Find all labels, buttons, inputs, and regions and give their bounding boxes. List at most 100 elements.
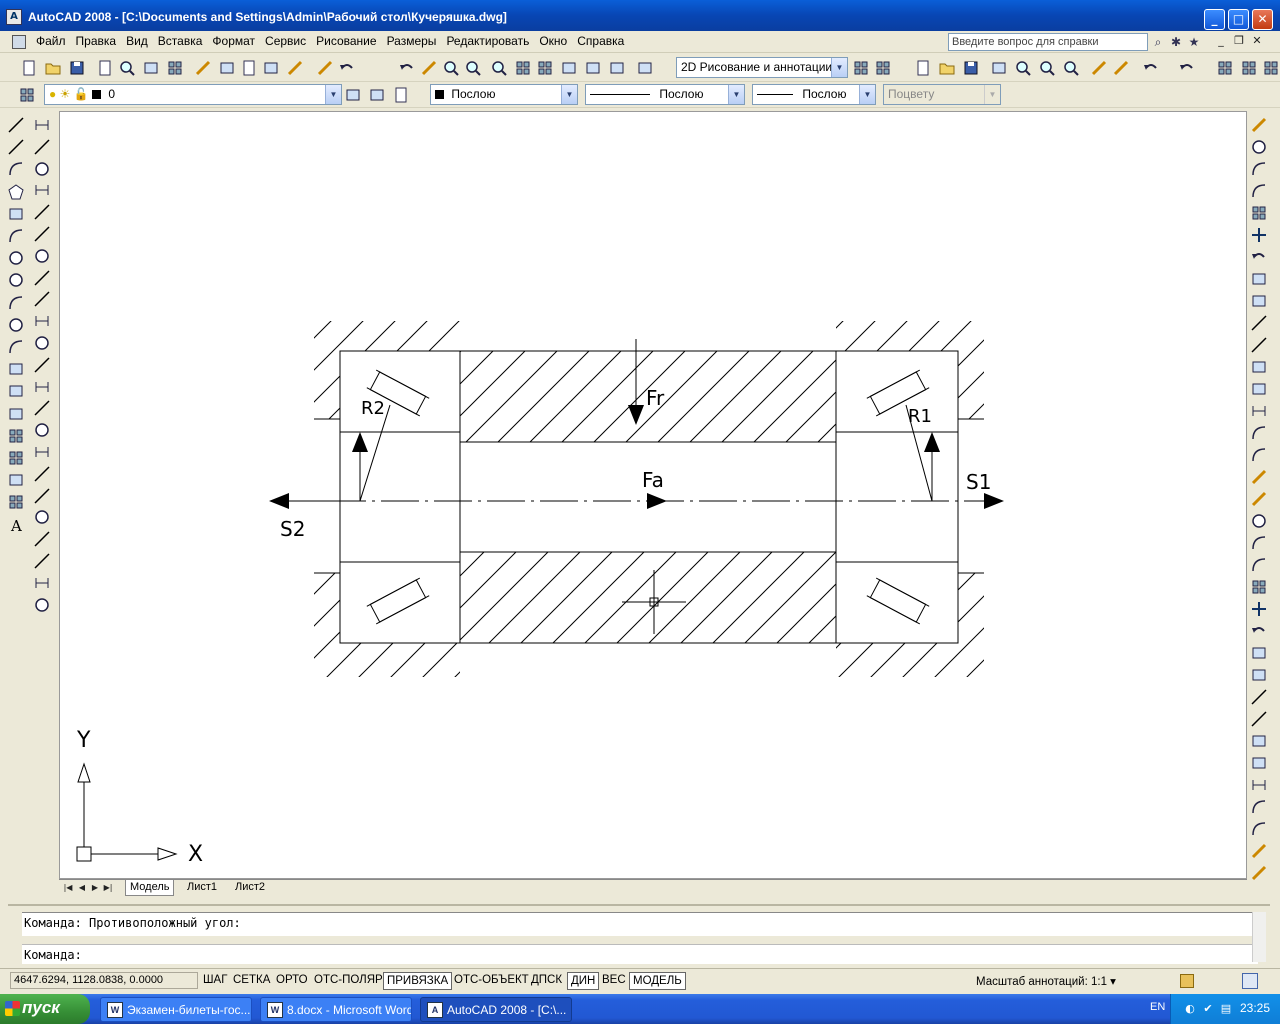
toolbar-secondary-6-icon[interactable]	[1062, 59, 1080, 77]
linetype-select[interactable]: Послою ▼	[585, 84, 745, 105]
dimension-tool-22-icon[interactable]	[33, 596, 53, 616]
toolbar-secondary-10-icon[interactable]	[1178, 59, 1196, 77]
draw-tool-7-icon[interactable]	[7, 271, 27, 291]
search-icon[interactable]: ⌕	[1150, 34, 1166, 50]
last-tab-icon[interactable]: ▶|	[103, 881, 113, 894]
modify-tool-7-icon[interactable]	[1250, 270, 1270, 290]
color-select[interactable]: Послою ▼	[430, 84, 578, 105]
toolbar-tool-19-icon[interactable]	[514, 59, 532, 77]
modify-tool-5-icon[interactable]	[1250, 226, 1270, 246]
modify-tool-1-icon[interactable]	[1250, 138, 1270, 158]
draw-tool-4-icon[interactable]	[7, 205, 27, 225]
modify-tool-2-icon[interactable]	[1250, 160, 1270, 180]
dimension-tool-15-icon[interactable]	[33, 443, 53, 463]
toolbar-tool-3-icon[interactable]	[96, 59, 114, 77]
modify-tool-31-icon[interactable]	[1250, 798, 1270, 818]
modify-tool-29-icon[interactable]	[1250, 754, 1270, 774]
start-button[interactable]: пуск	[0, 994, 90, 1024]
dimension-tool-20-icon[interactable]	[33, 552, 53, 572]
toolbar-tool-6-icon[interactable]	[166, 59, 184, 77]
dimension-tool-1-icon[interactable]	[33, 138, 53, 158]
toolbar-secondary-0-icon[interactable]	[914, 59, 932, 77]
doc-close-button[interactable]: ✕	[1250, 35, 1264, 48]
chevron-down-icon[interactable]: ▼	[325, 85, 341, 104]
modify-tool-25-icon[interactable]	[1250, 666, 1270, 686]
dimension-tool-3-icon[interactable]	[33, 181, 53, 201]
modify-tool-19-icon[interactable]	[1250, 534, 1270, 554]
menu-item-3[interactable]: Вставка	[153, 34, 208, 48]
annotation-scale[interactable]: Масштаб аннотаций: 1:1 ▾	[976, 974, 1116, 988]
draw-tool-9-icon[interactable]	[7, 316, 27, 336]
dimension-tool-21-icon[interactable]	[33, 574, 53, 594]
modify-tool-32-icon[interactable]	[1250, 820, 1270, 840]
toolbar-secondary-2-icon[interactable]	[962, 59, 980, 77]
toolbar-secondary-13-icon[interactable]	[1262, 59, 1280, 77]
layer-tool-3-icon[interactable]	[392, 86, 410, 104]
toolbar-tool-16-icon[interactable]	[442, 59, 460, 77]
menu-item-1[interactable]: Правка	[71, 34, 122, 48]
modify-tool-6-icon[interactable]	[1250, 248, 1270, 268]
communication-center-icon[interactable]: ✱	[1168, 34, 1184, 50]
layer-tool-2-icon[interactable]	[368, 86, 386, 104]
status-toggle-3[interactable]: ОТС-ПОЛЯР	[311, 972, 386, 990]
drawing-canvas[interactable]: Fr Fa R2 R1 S1 S2 X Y	[59, 111, 1247, 879]
menu-item-0[interactable]: Файл	[31, 34, 71, 48]
modify-tool-30-icon[interactable]	[1250, 776, 1270, 796]
maximize-button[interactable]: □	[1228, 9, 1249, 30]
autocad-app-icon[interactable]: A	[6, 9, 22, 25]
status-toggle-9[interactable]: МОДЕЛЬ	[629, 972, 686, 990]
toolbar-secondary-5-icon[interactable]	[1038, 59, 1056, 77]
modify-tool-33-icon[interactable]	[1250, 842, 1270, 862]
toolbar-tool-1-icon[interactable]	[44, 59, 62, 77]
toolbar-tool-5-icon[interactable]	[142, 59, 160, 77]
modify-tool-9-icon[interactable]	[1250, 314, 1270, 334]
dimension-tool-18-icon[interactable]	[33, 508, 53, 528]
modify-tool-24-icon[interactable]	[1250, 644, 1270, 664]
chevron-down-icon[interactable]: ▼	[831, 58, 847, 77]
toolbar-secondary-12-icon[interactable]	[1240, 59, 1258, 77]
tab-layout1[interactable]: Лист1	[183, 880, 221, 896]
toolbar-tool-11-icon[interactable]	[286, 59, 304, 77]
dimension-tool-6-icon[interactable]	[33, 247, 53, 267]
help-search-input[interactable]: Введите вопрос для справки	[948, 33, 1148, 51]
toolbar-tool-21-icon[interactable]	[560, 59, 578, 77]
draw-tool-2-icon[interactable]	[7, 160, 27, 180]
draw-tool-11-icon[interactable]	[7, 360, 27, 380]
status-toggle-7[interactable]: ДИН	[567, 972, 600, 990]
toolbar-tool-24-icon[interactable]	[636, 59, 654, 77]
menu-item-8[interactable]: Редактировать	[441, 34, 534, 48]
draw-tool-16-icon[interactable]	[7, 471, 27, 491]
toolbar-tool-8-icon[interactable]	[218, 59, 236, 77]
toolbar-secondary-1-icon[interactable]	[938, 59, 956, 77]
draw-tool-8-icon[interactable]	[7, 294, 27, 314]
coordinates-readout[interactable]: 4647.6294, 1128.0838, 0.0000	[10, 972, 198, 989]
workspace-select[interactable]: 2D Рисование и аннотации ▼	[676, 57, 848, 78]
toolbar-tool-23-icon[interactable]	[608, 59, 626, 77]
draw-tool-18-icon[interactable]: A	[7, 516, 27, 536]
tab-layout2[interactable]: Лист2	[231, 880, 269, 896]
modify-tool-10-icon[interactable]	[1250, 336, 1270, 356]
draw-tool-12-icon[interactable]	[7, 382, 27, 402]
toolbar-tool-18-icon[interactable]	[490, 59, 508, 77]
clean-screen-icon[interactable]	[1242, 973, 1258, 989]
dimension-tool-0-icon[interactable]	[33, 116, 53, 136]
toolbar-tool-10-icon[interactable]	[262, 59, 280, 77]
workspace-settings-0-icon[interactable]	[852, 59, 870, 77]
dimension-tool-10-icon[interactable]	[33, 334, 53, 354]
modify-tool-21-icon[interactable]	[1250, 578, 1270, 598]
menu-item-5[interactable]: Сервис	[260, 34, 311, 48]
chevron-down-icon[interactable]: ▼	[561, 85, 577, 104]
toolbar-tool-9-icon[interactable]	[240, 59, 258, 77]
menu-item-7[interactable]: Размеры	[382, 34, 442, 48]
doc-restore-button[interactable]: ❐	[1232, 35, 1246, 48]
prev-tab-icon[interactable]: ◀	[77, 881, 87, 894]
modify-tool-18-icon[interactable]	[1250, 512, 1270, 532]
dimension-tool-16-icon[interactable]	[33, 465, 53, 485]
toolbar-tool-15-icon[interactable]	[420, 59, 438, 77]
menu-item-9[interactable]: Окно	[534, 34, 572, 48]
menu-item-6[interactable]: Рисование	[311, 34, 381, 48]
draw-tool-10-icon[interactable]	[7, 338, 27, 358]
document-icon[interactable]	[12, 35, 26, 49]
modify-tool-27-icon[interactable]	[1250, 710, 1270, 730]
draw-tool-6-icon[interactable]	[7, 249, 27, 269]
